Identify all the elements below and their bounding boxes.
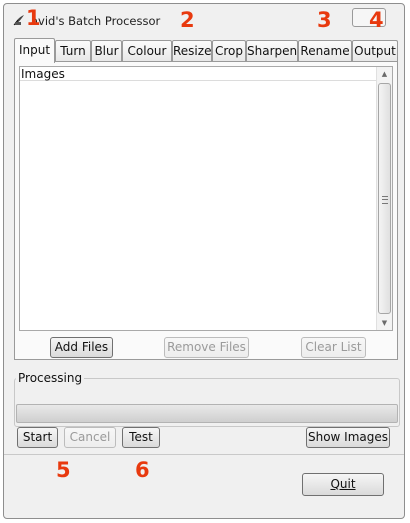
- annotation-4: 4: [369, 8, 384, 32]
- test-button[interactable]: Test: [122, 427, 160, 448]
- divider: [4, 454, 404, 455]
- remove-files-button[interactable]: Remove Files: [164, 337, 249, 358]
- images-list-scrollbar[interactable]: ▲ ▼: [376, 67, 392, 330]
- grip-icon: [382, 196, 388, 204]
- cancel-button[interactable]: Cancel: [64, 427, 116, 448]
- start-button[interactable]: Start: [17, 427, 58, 448]
- tab-crop[interactable]: Crop: [212, 40, 246, 61]
- tab-input[interactable]: Input: [14, 38, 55, 63]
- title-bar[interactable]: avid's Batch Processor: [4, 4, 404, 36]
- tab-resize[interactable]: Resize: [172, 40, 212, 61]
- tab-rename[interactable]: Rename: [298, 40, 352, 61]
- batch-processor-window: avid's Batch Processor 1 2 3 4 Input Tur…: [3, 3, 405, 519]
- scroll-thumb[interactable]: [378, 83, 391, 314]
- tab-colour[interactable]: Colour: [122, 40, 172, 61]
- annotation-6: 6: [135, 458, 150, 482]
- add-files-button[interactable]: Add Files: [50, 337, 113, 358]
- progress-bar: [16, 404, 398, 423]
- scroll-down-icon[interactable]: ▼: [377, 316, 392, 330]
- annotation-1: 1: [26, 6, 41, 30]
- images-list[interactable]: Images ▲ ▼: [19, 66, 393, 331]
- images-column-header[interactable]: Images: [20, 67, 377, 81]
- show-images-button[interactable]: Show Images: [306, 427, 390, 448]
- annotation-5: 5: [56, 458, 71, 482]
- annotation-3: 3: [317, 8, 332, 32]
- window-title: avid's Batch Processor: [31, 14, 161, 28]
- scroll-up-icon[interactable]: ▲: [377, 67, 392, 81]
- tab-output[interactable]: Output: [352, 40, 398, 61]
- tab-bar: Input Turn Blur Colour Resize Crop Sharp…: [14, 38, 398, 63]
- tab-sharpen[interactable]: Sharpen: [246, 40, 298, 61]
- processing-label: Processing: [16, 371, 85, 385]
- clear-list-button[interactable]: Clear List: [301, 337, 366, 358]
- quit-button[interactable]: Quit: [302, 473, 384, 496]
- app-feather-icon: [13, 15, 24, 26]
- tab-blur[interactable]: Blur: [91, 40, 122, 61]
- quit-label: Quit: [330, 477, 356, 491]
- annotation-2: 2: [180, 8, 195, 32]
- input-tab-panel: Images ▲ ▼ Add Files Remove Files Clear …: [14, 61, 398, 360]
- tab-turn[interactable]: Turn: [55, 40, 91, 61]
